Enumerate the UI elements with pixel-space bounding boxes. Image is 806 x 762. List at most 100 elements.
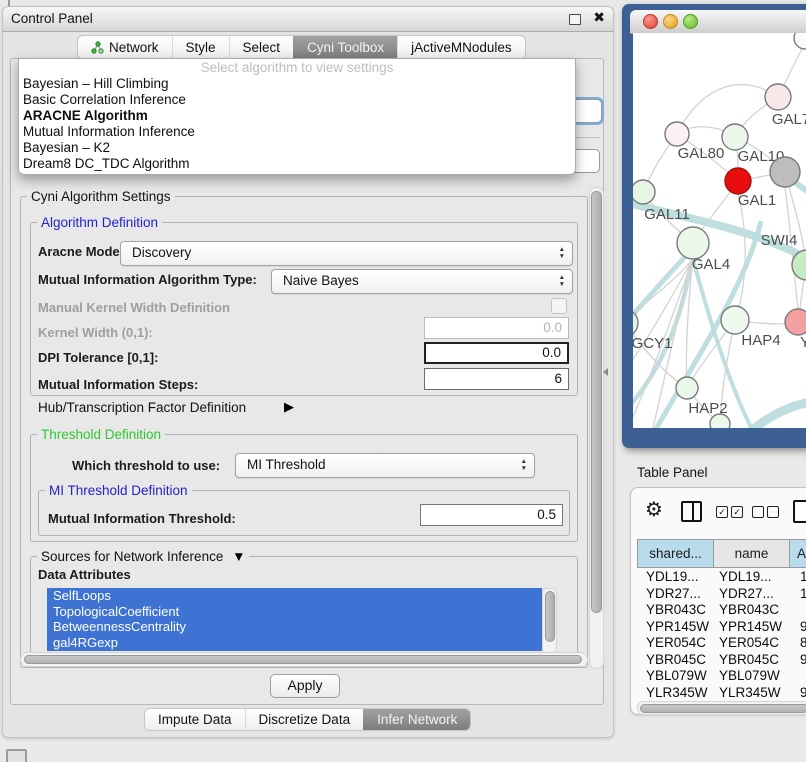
hub-definition-expander-label[interactable]: Hub/Transcription Factor Definition <box>38 400 246 415</box>
dropdown-item[interactable]: Dream8 DC_TDC Algorithm <box>19 156 575 172</box>
tab-label: Discretize Data <box>259 709 351 730</box>
dpi-tolerance-field[interactable]: 0.0 <box>424 342 569 364</box>
algorithm-dropdown: Select algorithm to view settings Bayesi… <box>18 58 576 175</box>
dropdown-hint: Select algorithm to view settings <box>19 59 575 76</box>
collapsed-arrow-icon[interactable]: ▶ <box>284 399 294 415</box>
network-node-gal7[interactable] <box>765 84 791 110</box>
bottom-tabs: Impute Data Discretize Data Infer Networ… <box>144 708 471 731</box>
table-cell: YBL079W <box>637 668 719 685</box>
tab-label: Network <box>109 36 159 59</box>
column-header-shared...[interactable]: shared... <box>637 539 714 568</box>
network-node-gal1[interactable] <box>725 168 751 194</box>
table-hscrollbar-thumb[interactable] <box>640 704 806 713</box>
splitter-collapse-arrow[interactable] <box>603 368 608 376</box>
mi-threshold-label: Mutual Information Threshold: <box>48 511 236 526</box>
tab-label: Infer Network <box>377 709 457 730</box>
group-title: Cyni Algorithm Settings <box>27 189 175 204</box>
new-table-icon[interactable] <box>793 500 806 523</box>
network-node-hap2[interactable] <box>676 377 698 399</box>
network-node[interactable] <box>770 157 800 187</box>
tab-impute-data[interactable]: Impute Data <box>145 709 245 730</box>
settings-scrollbar-track[interactable] <box>589 187 604 669</box>
float-panel-icon[interactable] <box>569 14 581 25</box>
network-node[interactable] <box>710 414 730 428</box>
kernel-width-field[interactable]: 0.0 <box>424 317 569 339</box>
settings-hscrollbar-thumb[interactable] <box>24 655 582 664</box>
attributes-scrollbar-track[interactable] <box>542 588 557 653</box>
table-cell: 12 <box>795 586 806 603</box>
column-header-name[interactable]: name <box>713 539 790 568</box>
apply-button[interactable]: Apply <box>270 674 340 698</box>
tab-cyni-toolbox[interactable]: Cyni Toolbox <box>293 36 397 59</box>
network-node-gal80[interactable] <box>665 122 689 146</box>
node-label: SWI4 <box>761 232 798 249</box>
deselect-all-icon[interactable] <box>752 506 779 518</box>
tab-label: Select <box>243 36 281 59</box>
minimized-panel-icon[interactable] <box>6 749 27 762</box>
close-icon[interactable]: ✖ <box>593 9 605 26</box>
table-row[interactable]: YBL079WYBL079W <box>637 668 806 685</box>
mi-algorithm-type-combo[interactable]: Naive Bayes ▲▼ <box>271 269 573 294</box>
network-node-gal4[interactable] <box>677 227 709 259</box>
attribute-item-selected[interactable]: BetweennessCentrality <box>47 619 542 635</box>
tab-infer-network[interactable]: Infer Network <box>363 709 470 730</box>
table-row[interactable]: YLR345WYLR345W9. <box>637 685 806 701</box>
node-label: Y <box>800 334 806 351</box>
mi-steps-field[interactable]: 6 <box>424 368 569 390</box>
minimize-traffic-light[interactable] <box>663 14 678 29</box>
attribute-item-selected[interactable]: SelfLoops <box>47 588 542 604</box>
tab-jactivemnodules[interactable]: jActiveMNodules <box>397 36 525 59</box>
network-node-hap4[interactable] <box>721 306 749 334</box>
network-canvas[interactable]: GAL7GAL80GAL10GAL1GAL11GAL4SWI4GCY1HAP4Y… <box>633 33 806 428</box>
attribute-item-selected[interactable]: gal4RGexp <box>47 635 542 651</box>
expanded-arrow-icon[interactable]: ▼ <box>232 549 245 564</box>
table-hscrollbar-track[interactable] <box>637 701 806 715</box>
table-row[interactable]: YBR043CYBR043C <box>637 602 806 619</box>
zoom-traffic-light[interactable] <box>683 14 698 29</box>
dropdown-item[interactable]: Basic Correlation Inference <box>19 92 575 108</box>
network-node[interactable] <box>794 33 806 49</box>
group-title: Threshold Definition <box>37 427 165 442</box>
network-node-gal11[interactable] <box>633 180 655 204</box>
table-cell <box>795 668 800 685</box>
dropdown-item[interactable]: Bayesian – Hill Climbing <box>19 76 575 92</box>
close-traffic-light[interactable] <box>643 14 658 29</box>
tab-select[interactable]: Select <box>229 36 294 59</box>
manual-kernel-checkbox[interactable] <box>551 298 567 314</box>
table-row[interactable]: YPR145WYPR145W9. <box>637 619 806 636</box>
columns-icon[interactable] <box>681 501 702 522</box>
dropdown-item[interactable]: ARACNE Algorithm <box>19 108 575 124</box>
combo-value: Naive Bayes <box>283 273 359 288</box>
attribute-item-selected[interactable]: TopologicalCoefficient <box>47 604 542 620</box>
settings-scrollbar-thumb[interactable] <box>591 191 602 613</box>
which-threshold-combo[interactable]: MI Threshold ▲▼ <box>235 453 535 478</box>
table-cell: YDL19... <box>719 569 795 586</box>
select-all-icon[interactable]: ✓ ✓ <box>716 506 743 518</box>
gear-icon[interactable]: ⚙ <box>645 497 663 522</box>
dropdown-item[interactable]: Bayesian – K2 <box>19 140 575 156</box>
network-node-gal10[interactable] <box>722 124 748 150</box>
tab-discretize-data[interactable]: Discretize Data <box>245 709 364 730</box>
table-row[interactable]: YBR045CYBR045C9. <box>637 652 806 669</box>
mi-steps-label: Mutual Information Steps: <box>38 377 198 392</box>
dropdown-item[interactable]: Mutual Information Inference <box>19 124 575 140</box>
tab-style[interactable]: Style <box>172 36 229 59</box>
checked-box-icon: ✓ <box>731 506 743 518</box>
network-node-y[interactable] <box>785 309 806 335</box>
aracne-mode-combo[interactable]: Discovery ▲▼ <box>120 241 573 266</box>
column-header-A[interactable]: A <box>789 539 806 568</box>
table-cell: YBL079W <box>719 668 795 685</box>
table-row[interactable]: YDR27...YDR27...12 <box>637 586 806 603</box>
group-title: MI Threshold Definition <box>45 483 192 498</box>
table-panel-title: Table Panel <box>637 465 708 480</box>
table-cell: YLR345W <box>719 685 795 701</box>
tab-network[interactable]: Network <box>78 36 172 59</box>
table-row[interactable]: YER054CYER054C8. <box>637 635 806 652</box>
settings-hscrollbar-track[interactable] <box>20 652 588 667</box>
which-threshold-label: Which threshold to use: <box>72 458 220 473</box>
kernel-width-label: Kernel Width (0,1): <box>38 325 153 340</box>
node-label: GAL80 <box>678 145 725 162</box>
attributes-scrollbar-thumb[interactable] <box>545 591 555 642</box>
table-row[interactable]: YDL19...YDL19...13 <box>637 569 806 586</box>
mi-threshold-field[interactable]: 0.5 <box>420 504 563 526</box>
